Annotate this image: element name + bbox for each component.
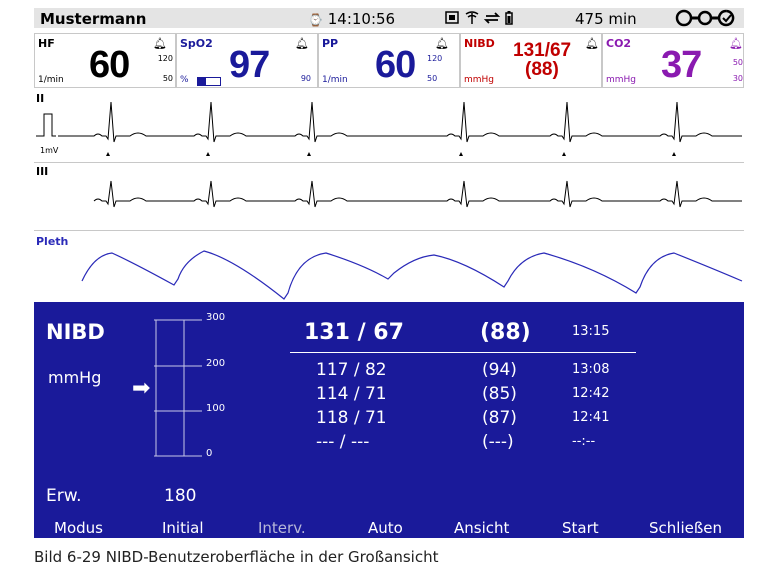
battery-remaining: 475 min: [575, 10, 637, 28]
history-mean: (85): [482, 384, 517, 404]
current-mean: (88): [480, 320, 531, 345]
history-sys-dia: 117 / 82: [316, 360, 387, 380]
co2-unit: mmHg: [606, 75, 637, 85]
softkey-auto[interactable]: Auto: [368, 519, 403, 537]
hf-box[interactable]: HF 60 🔔︎ 120 50 1/min: [34, 33, 176, 88]
softkey-interv[interactable]: Interv.: [258, 519, 306, 537]
nibd-label: NIBD: [464, 37, 495, 50]
clock-time: 14:10:56: [327, 10, 396, 28]
co2-limit-low: 30: [732, 74, 743, 83]
history-time: 12:41: [572, 410, 610, 425]
nibd-panel-unit: mmHg: [48, 368, 102, 387]
spo2-limit-low: 90: [300, 74, 311, 83]
scale-100: 100: [206, 403, 226, 414]
pp-limit-high: 120: [427, 54, 443, 63]
perfusion-fill: [198, 78, 206, 85]
nibd-box[interactable]: NIBD 131/67 (88) 🔔︎ mmHg: [460, 33, 602, 88]
co2-box[interactable]: CO2 37 🔔︎ 50 30 mmHg: [602, 33, 744, 88]
hf-limit-high: 120: [157, 54, 173, 63]
hf-value: 60: [89, 44, 130, 86]
history-sys-dia: --- / ---: [316, 432, 370, 452]
history-sys-dia: 118 / 71: [316, 408, 387, 428]
hf-limit-low: 50: [162, 74, 173, 83]
bell-icon: 🔔︎: [295, 37, 309, 50]
sync-icon: [483, 12, 501, 24]
history-sys-dia: 114 / 71: [316, 384, 387, 404]
ecg-lead-iii-panel: III: [34, 163, 744, 231]
nibd-scale-graph: [154, 319, 202, 457]
co2-limit-high: 50: [732, 58, 743, 67]
softkey-initial[interactable]: Initial: [162, 519, 204, 537]
patient-name: Mustermann: [40, 10, 147, 28]
history-time: 13:08: [572, 362, 610, 377]
history-mean: (94): [482, 360, 517, 380]
figure-caption: Bild 6-29 NIBD-Benutzeroberfläche in der…: [34, 548, 439, 566]
scale-300: 300: [206, 312, 226, 323]
antenna-icon: [465, 11, 479, 24]
bell-icon: 🔔︎: [585, 37, 599, 50]
bell-icon: 🔔︎: [729, 37, 743, 50]
nibd-unit: mmHg: [464, 75, 495, 85]
softkey-ansicht[interactable]: Ansicht: [454, 519, 509, 537]
spo2-unit: %: [180, 75, 189, 85]
pleth-panel: Pleth: [34, 233, 744, 302]
history-mean: (---): [482, 432, 514, 452]
ecg-lead-iii-waveform: [93, 180, 742, 208]
pp-label: PP: [322, 37, 339, 50]
pp-unit: 1/min: [322, 75, 348, 85]
history-time: 12:42: [572, 386, 610, 401]
erw-label: Erw.: [46, 486, 82, 506]
hf-unit: 1/min: [38, 75, 64, 85]
status-icon-strip: [445, 11, 513, 25]
scale-0: 0: [206, 448, 213, 459]
softkey-start[interactable]: Start: [562, 519, 599, 537]
co2-label: CO2: [606, 37, 632, 50]
nibd-mean: (88): [525, 59, 559, 80]
connector-icon: [674, 8, 736, 32]
network-icon: [445, 11, 459, 24]
pp-box[interactable]: PP 60 🔔︎ 120 50 1/min: [318, 33, 460, 88]
current-time: 13:15: [572, 324, 610, 339]
clock: ⌚ 14:10:56: [308, 10, 395, 28]
hf-label: HF: [38, 37, 55, 50]
spo2-value: 97: [229, 44, 270, 86]
pp-limit-low: 50: [427, 74, 438, 83]
co2-value: 37: [661, 44, 702, 86]
bell-icon: 🔔︎: [153, 37, 167, 50]
current-sys-dia: 131 / 67: [304, 320, 404, 345]
scale-200: 200: [206, 358, 226, 369]
parameter-row: HF 60 🔔︎ 120 50 1/min SpO2 97 🔔︎ 90 % PP…: [34, 33, 744, 88]
divider: [290, 352, 636, 353]
history-mean: (87): [482, 408, 517, 428]
softkey-bar: Modus Initial Interv. Auto Ansicht Start…: [34, 516, 744, 538]
calibration-label: 1mV: [40, 146, 59, 155]
softkey-schliessen[interactable]: Schließen: [649, 519, 722, 537]
nibd-panel: NIBD mmHg ➡ 300 200 100 0 131 / 67 (88) …: [34, 302, 744, 516]
spo2-label: SpO2: [180, 37, 213, 50]
clock-icon: ⌚: [308, 13, 323, 27]
nibd-panel-title: NIBD: [46, 320, 105, 344]
bell-icon: 🔔︎: [435, 37, 449, 50]
spo2-box[interactable]: SpO2 97 🔔︎ 90 %: [176, 33, 318, 88]
battery-icon: [505, 11, 513, 25]
erw-value: 180: [164, 486, 197, 506]
ecg-lead-ii-waveform: [36, 101, 742, 156]
status-icons: [444, 10, 564, 30]
ecg-lead-ii-panel: II 1mV: [34, 90, 744, 163]
pleth-waveform: [81, 250, 743, 300]
pp-value: 60: [375, 44, 416, 86]
softkey-modus[interactable]: Modus: [54, 519, 103, 537]
perfusion-bar: [197, 77, 221, 86]
history-time: --:--: [572, 434, 596, 449]
